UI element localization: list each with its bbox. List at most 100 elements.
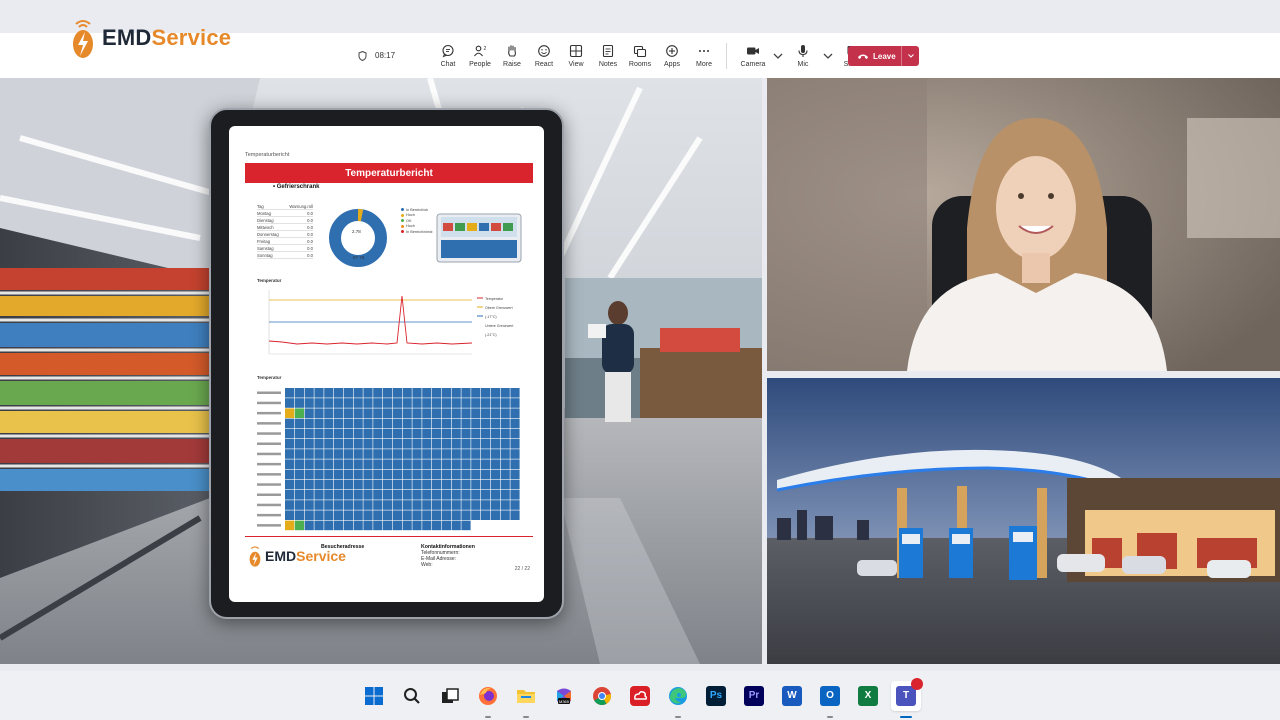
heatmap-cell [481,398,491,408]
heatmap-cell [383,490,393,500]
taskbar-word-button[interactable]: W [777,681,807,711]
taskbar-start-button[interactable] [359,681,389,711]
raise-hand-button[interactable]: Raise [496,33,528,78]
camera-button[interactable]: Camera [733,33,773,78]
heatmap-cell [490,490,500,500]
heatmap-cell [441,479,451,490]
heatmap-cell [471,449,481,459]
heatmap-cell [510,469,520,480]
taskbar-chrome-button[interactable] [587,681,617,711]
heatmap-cell [451,479,461,490]
hang-up-icon [858,54,868,59]
taskbar-photoshop-button[interactable]: Ps [701,681,731,711]
heatmap-cell [481,439,491,449]
heatmap-cell [353,510,363,520]
taskbar-firefox-button[interactable] [473,681,503,718]
heatmap-cell [392,520,402,531]
heatmap-cell [432,388,442,398]
apps-button[interactable]: Apps [656,33,688,78]
heatmap-cell [402,469,412,480]
taskbar-file-explorer-button[interactable] [511,681,541,718]
heatmap-cell [451,449,461,459]
heatmap-cell [363,449,373,459]
heatmap-cell [314,418,324,429]
heatmap-cell [294,388,304,398]
heatmap-cell [481,418,491,429]
heatmap-cell [304,510,314,520]
temperature-line-chart: Temperatur Obere Grenzwert (-17°C) Unter… [257,286,519,367]
people-button[interactable]: 2 People [464,33,496,78]
heatmap-cell [294,408,304,418]
taskbar-excel-button[interactable]: X [853,681,883,711]
heatmap-cell [294,490,304,500]
heatmap-cell [402,479,412,490]
heatmap-cell [343,418,353,429]
heatmap-row-label [257,401,281,405]
notes-button[interactable]: Notes [592,33,624,78]
leave-options-button[interactable] [901,46,919,66]
heatmap-cell [334,520,344,531]
leave-button[interactable]: Leave [848,46,919,66]
gas-station-video-feed [767,378,1280,664]
heatmap-cell [392,418,402,429]
taskbar-m365-button[interactable]: M365 [549,681,579,711]
heatmap-cell [422,388,432,398]
heatmap-cell [285,459,295,469]
taskbar-teams-button[interactable]: T [891,677,923,718]
taskbar-task-view-button[interactable] [435,681,465,711]
heatmap-cell [343,398,353,408]
heatmap-cell [471,490,481,500]
heatmap-cell [510,500,520,510]
heatmap-cell [324,500,334,510]
apps-icon [666,44,678,57]
heatmap-cell [304,459,314,469]
heatmap-cell [304,490,314,500]
heatmap-cell [451,439,461,449]
mic-button[interactable]: Mic [783,33,823,78]
heatmap-cell [481,428,491,439]
heatmap-cell [471,469,481,480]
more-button[interactable]: More [688,33,720,78]
heatmap-cell [314,388,324,398]
view-label: View [568,60,584,68]
heatmap-cell [334,418,344,429]
heatmap-cell [510,388,520,398]
apps-label: Apps [664,60,680,68]
heatmap-cell [412,388,422,398]
heatmap-cell [343,500,353,510]
heatmap-cell [451,500,461,510]
heatmap-cell [412,490,422,500]
microphone-icon [798,44,808,57]
mic-options-button[interactable] [823,33,833,78]
react-button[interactable]: React [528,33,560,78]
heatmap-cell [363,479,373,490]
report-subtitle: • Gefrierschrank [273,184,320,190]
taskbar-edge-button[interactable] [663,681,693,718]
heatmap-cell [422,418,432,429]
heatmap-cell [490,479,500,490]
rooms-button[interactable]: Rooms [624,33,656,78]
heatmap-cell [343,408,353,418]
line-legend: Temperatur Obere Grenzwert (-17°C) Unter… [485,297,514,337]
heatmap-cell [373,439,383,449]
brand-logo-mark [73,20,93,58]
heatmap-cell [422,408,432,418]
taskbar-premiere-button[interactable]: Pr [739,681,769,711]
heatmap-cell [471,418,481,429]
heatmap-cell [432,479,442,490]
camera-options-button[interactable] [773,33,783,78]
brand-logo-mark [249,546,261,567]
heatmap-cell [432,469,442,480]
heatmap-cell [441,408,451,418]
heatmap-cell [490,469,500,480]
view-button[interactable]: View [560,33,592,78]
heatmap-cell [432,490,442,500]
heatmap-cell [402,428,412,439]
tablet-device: Temperaturbericht Temperaturbericht • Ge… [209,108,564,619]
taskbar-search-button[interactable] [397,681,427,711]
main-video-tile: Temperaturbericht Temperaturbericht • Ge… [0,78,762,664]
chat-button[interactable]: Chat [432,33,464,78]
taskbar-creative-cloud-button[interactable] [625,681,655,711]
taskbar-outlook-button[interactable]: O [815,681,845,718]
heatmap-row-label [257,452,281,456]
